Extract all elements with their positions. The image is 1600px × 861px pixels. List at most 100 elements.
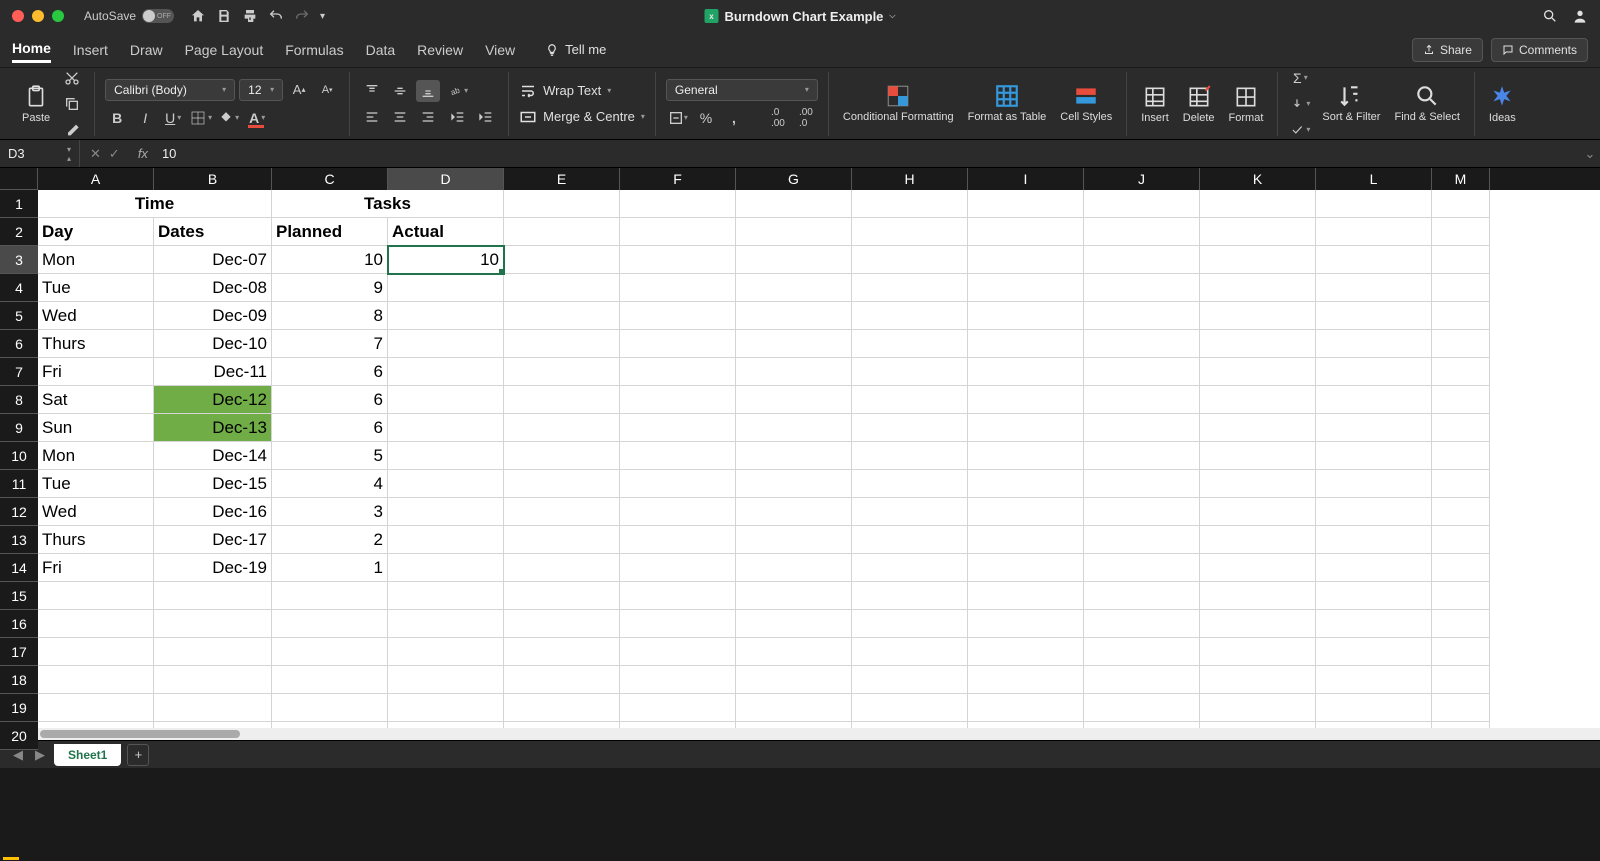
cell-F12[interactable] bbox=[620, 498, 736, 526]
cell-styles-button[interactable]: Cell Styles bbox=[1056, 81, 1116, 125]
tell-me-search[interactable]: Tell me bbox=[545, 42, 606, 57]
cell-E19[interactable] bbox=[504, 694, 620, 722]
column-header-K[interactable]: K bbox=[1200, 168, 1316, 190]
row-header-14[interactable]: 14 bbox=[0, 554, 38, 582]
cell-I4[interactable] bbox=[968, 274, 1084, 302]
cell-I15[interactable] bbox=[968, 582, 1084, 610]
cell-G6[interactable] bbox=[736, 330, 852, 358]
cell-C8[interactable]: 6 bbox=[272, 386, 388, 414]
cell-J12[interactable] bbox=[1084, 498, 1200, 526]
cell-K7[interactable] bbox=[1200, 358, 1316, 386]
cell-H15[interactable] bbox=[852, 582, 968, 610]
tab-review[interactable]: Review bbox=[417, 38, 463, 62]
cell-C6[interactable]: 7 bbox=[272, 330, 388, 358]
fill-button[interactable]: ▾ bbox=[1288, 93, 1312, 115]
cell-L12[interactable] bbox=[1316, 498, 1432, 526]
cell-A17[interactable] bbox=[38, 638, 154, 666]
cell-M9[interactable] bbox=[1432, 414, 1490, 442]
cell-F16[interactable] bbox=[620, 610, 736, 638]
decrease-decimal-button[interactable]: .00.0 bbox=[794, 107, 818, 129]
tab-insert[interactable]: Insert bbox=[73, 38, 108, 62]
cell-D8[interactable] bbox=[388, 386, 504, 414]
cell-F9[interactable] bbox=[620, 414, 736, 442]
wrap-text-button[interactable]: Wrap Text▾ bbox=[519, 82, 645, 100]
cell-C7[interactable]: 6 bbox=[272, 358, 388, 386]
document-title[interactable]: x Burndown Chart Example ⌵ bbox=[705, 9, 896, 24]
sheet-tab-sheet1[interactable]: Sheet1 bbox=[54, 744, 121, 766]
cell-B15[interactable] bbox=[154, 582, 272, 610]
cell-A7[interactable]: Fri bbox=[38, 358, 154, 386]
cell-K19[interactable] bbox=[1200, 694, 1316, 722]
format-painter-button[interactable] bbox=[60, 119, 84, 141]
find-select-button[interactable]: Find & Select bbox=[1390, 81, 1463, 125]
cell-G15[interactable] bbox=[736, 582, 852, 610]
font-name-select[interactable]: Calibri (Body)▾ bbox=[105, 79, 235, 101]
cell-B2[interactable]: Dates bbox=[154, 218, 272, 246]
cell-E17[interactable] bbox=[504, 638, 620, 666]
cell-G13[interactable] bbox=[736, 526, 852, 554]
column-header-F[interactable]: F bbox=[620, 168, 736, 190]
cell-K9[interactable] bbox=[1200, 414, 1316, 442]
cell-G2[interactable] bbox=[736, 218, 852, 246]
cell-H16[interactable] bbox=[852, 610, 968, 638]
cell-B16[interactable] bbox=[154, 610, 272, 638]
cell-E7[interactable] bbox=[504, 358, 620, 386]
cell-I8[interactable] bbox=[968, 386, 1084, 414]
cell-M15[interactable] bbox=[1432, 582, 1490, 610]
cell-J16[interactable] bbox=[1084, 610, 1200, 638]
tab-data[interactable]: Data bbox=[366, 38, 396, 62]
conditional-formatting-button[interactable]: Conditional Formatting bbox=[839, 81, 958, 125]
cell-C13[interactable]: 2 bbox=[272, 526, 388, 554]
cell-C18[interactable] bbox=[272, 666, 388, 694]
cell-A4[interactable]: Tue bbox=[38, 274, 154, 302]
autosave-toggle[interactable]: AutoSave OFF bbox=[84, 9, 174, 23]
cell-K10[interactable] bbox=[1200, 442, 1316, 470]
cell-I9[interactable] bbox=[968, 414, 1084, 442]
cell-B7[interactable]: Dec-11 bbox=[154, 358, 272, 386]
cell-L2[interactable] bbox=[1316, 218, 1432, 246]
cell-A8[interactable]: Sat bbox=[38, 386, 154, 414]
select-all-button[interactable] bbox=[0, 168, 38, 190]
cell-F11[interactable] bbox=[620, 470, 736, 498]
sort-filter-button[interactable]: Sort & Filter bbox=[1318, 81, 1384, 125]
cell-L9[interactable] bbox=[1316, 414, 1432, 442]
ideas-button[interactable]: Ideas bbox=[1485, 82, 1520, 126]
cell-C16[interactable] bbox=[272, 610, 388, 638]
cell-I18[interactable] bbox=[968, 666, 1084, 694]
cell-J14[interactable] bbox=[1084, 554, 1200, 582]
cell-F13[interactable] bbox=[620, 526, 736, 554]
cell-A15[interactable] bbox=[38, 582, 154, 610]
cell-K15[interactable] bbox=[1200, 582, 1316, 610]
save-icon[interactable] bbox=[216, 8, 232, 24]
cell-B8[interactable]: Dec-12 bbox=[154, 386, 272, 414]
column-header-A[interactable]: A bbox=[38, 168, 154, 190]
tab-home[interactable]: Home bbox=[12, 36, 51, 63]
cell-M1[interactable] bbox=[1432, 190, 1490, 218]
cell-C3[interactable]: 10 bbox=[272, 246, 388, 274]
cell-A16[interactable] bbox=[38, 610, 154, 638]
cell-C14[interactable]: 1 bbox=[272, 554, 388, 582]
clear-button[interactable]: ▾ bbox=[1288, 119, 1312, 141]
cell-I1[interactable] bbox=[968, 190, 1084, 218]
cell-C9[interactable]: 6 bbox=[272, 414, 388, 442]
cell-K2[interactable] bbox=[1200, 218, 1316, 246]
cell-E2[interactable] bbox=[504, 218, 620, 246]
column-header-E[interactable]: E bbox=[504, 168, 620, 190]
increase-decimal-button[interactable]: .0.00 bbox=[766, 107, 790, 129]
cell-F17[interactable] bbox=[620, 638, 736, 666]
accounting-format-button[interactable]: ▾ bbox=[666, 107, 690, 129]
cell-D15[interactable] bbox=[388, 582, 504, 610]
cell-G9[interactable] bbox=[736, 414, 852, 442]
cell-K17[interactable] bbox=[1200, 638, 1316, 666]
row-header-15[interactable]: 15 bbox=[0, 582, 38, 610]
cell-C4[interactable]: 9 bbox=[272, 274, 388, 302]
align-right-button[interactable] bbox=[416, 106, 440, 128]
cell-J7[interactable] bbox=[1084, 358, 1200, 386]
cell-B10[interactable]: Dec-14 bbox=[154, 442, 272, 470]
cell-A19[interactable] bbox=[38, 694, 154, 722]
cell-L13[interactable] bbox=[1316, 526, 1432, 554]
underline-button[interactable]: U▾ bbox=[161, 107, 185, 129]
cell-G5[interactable] bbox=[736, 302, 852, 330]
cell-B9[interactable]: Dec-13 bbox=[154, 414, 272, 442]
cell-B3[interactable]: Dec-07 bbox=[154, 246, 272, 274]
